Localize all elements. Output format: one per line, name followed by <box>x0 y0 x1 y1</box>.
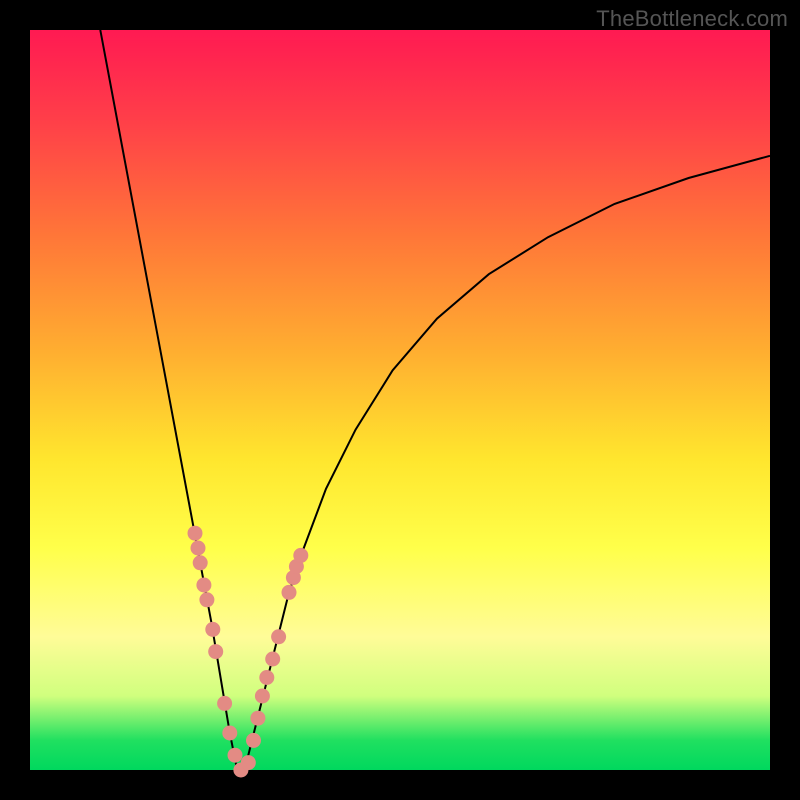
chart-svg <box>30 30 770 770</box>
marker-dot <box>199 592 214 607</box>
marker-dot <box>196 578 211 593</box>
marker-dot <box>217 696 232 711</box>
marker-dot <box>250 711 265 726</box>
marker-dot <box>191 541 206 556</box>
marker-dot <box>259 670 274 685</box>
marker-dot <box>293 548 308 563</box>
marker-dot <box>271 629 286 644</box>
watermark-text: TheBottleneck.com <box>596 6 788 32</box>
marker-dot <box>188 526 203 541</box>
marker-dot <box>205 622 220 637</box>
marker-dot <box>241 755 256 770</box>
marker-dot <box>255 689 270 704</box>
marker-dot <box>193 555 208 570</box>
marker-dot <box>265 652 280 667</box>
marker-dot <box>246 733 261 748</box>
chart-area <box>30 30 770 770</box>
marker-dot <box>222 726 237 741</box>
marker-dot <box>228 748 243 763</box>
marker-dot <box>208 644 223 659</box>
marker-group <box>188 526 309 778</box>
bottleneck-curve <box>100 30 770 770</box>
marker-dot <box>282 585 297 600</box>
